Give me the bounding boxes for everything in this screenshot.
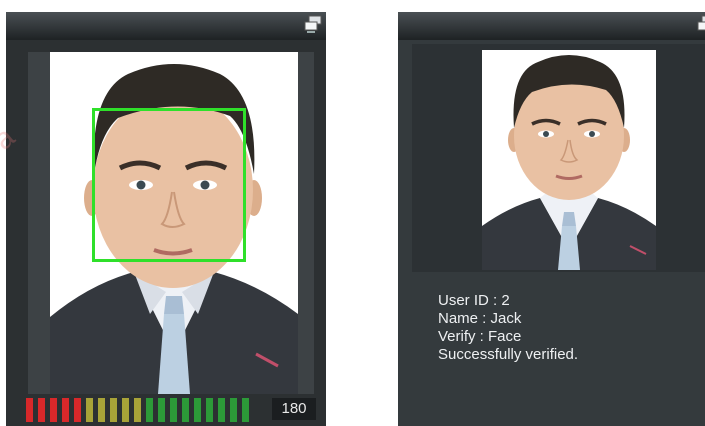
user-id-text: User ID : 2 bbox=[438, 292, 510, 309]
meter-segment bbox=[38, 398, 45, 422]
face-detection-box bbox=[92, 108, 246, 262]
meter-segment bbox=[122, 398, 129, 422]
verify-screen: User ID : 2 Name : Jack Verify : Face Su… bbox=[398, 12, 705, 426]
network-icon bbox=[304, 15, 322, 33]
meter-segment bbox=[50, 398, 57, 422]
meter-segment bbox=[194, 398, 201, 422]
meter-segment bbox=[170, 398, 177, 422]
verify-method-text: Verify : Face bbox=[438, 328, 522, 345]
meter-segment bbox=[242, 398, 249, 422]
meter-segment bbox=[98, 398, 105, 422]
meter-segment bbox=[26, 398, 33, 422]
quality-score: 180 bbox=[272, 398, 316, 420]
verification-status-text: Successfully verified. bbox=[438, 346, 579, 363]
meter-segment bbox=[74, 398, 81, 422]
meter-segment bbox=[146, 398, 153, 422]
meter-segment bbox=[134, 398, 141, 422]
meter-segment bbox=[86, 398, 93, 422]
user-name-text: Name : Jack bbox=[438, 310, 522, 327]
verification-result: User ID : 2 Name : Jack Verify : Face Su… bbox=[438, 292, 578, 364]
meter-segment bbox=[158, 398, 165, 422]
face-quality-meter bbox=[26, 398, 249, 422]
meter-segment bbox=[230, 398, 237, 422]
status-bar bbox=[398, 12, 705, 40]
meter-segment bbox=[110, 398, 117, 422]
meter-segment bbox=[62, 398, 69, 422]
verified-user-photo bbox=[482, 50, 656, 270]
meter-segment bbox=[218, 398, 225, 422]
enroll-screen: 180 bbox=[6, 12, 326, 426]
status-bar bbox=[6, 12, 326, 40]
meter-segment bbox=[206, 398, 213, 422]
meter-segment bbox=[182, 398, 189, 422]
network-icon bbox=[697, 15, 705, 31]
